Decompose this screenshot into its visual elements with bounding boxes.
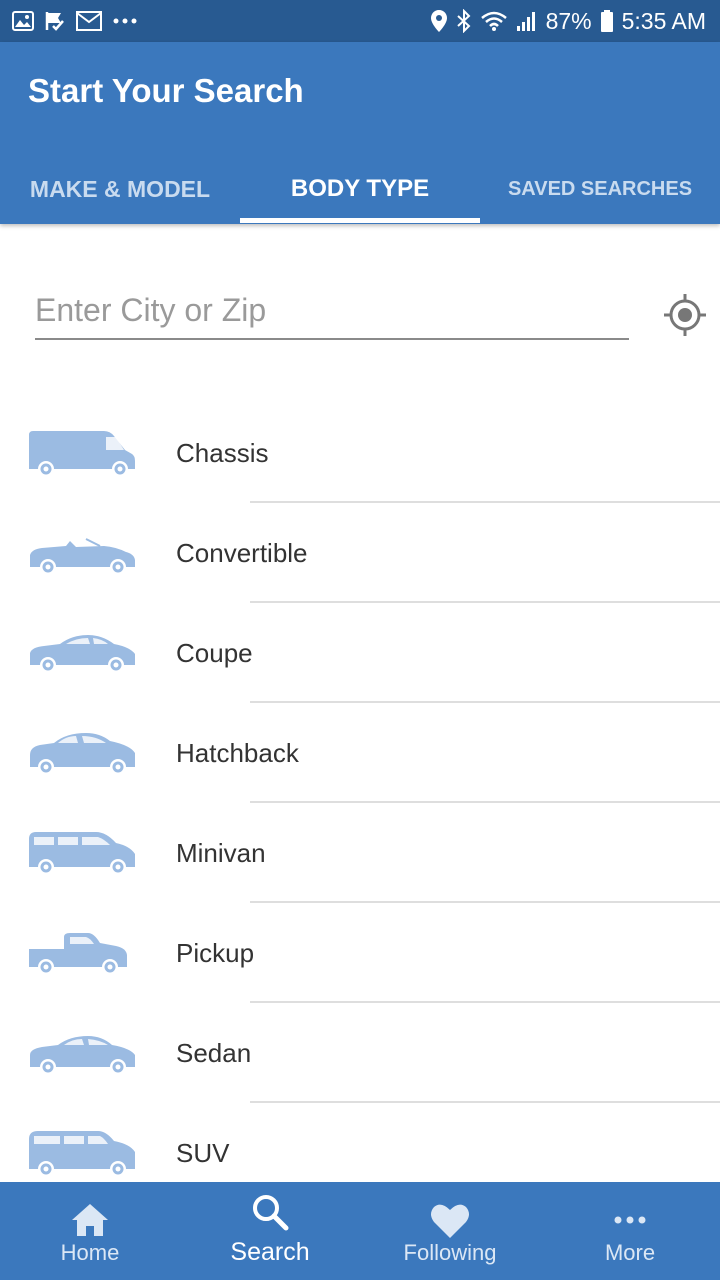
coupe-icon <box>30 635 135 673</box>
body-type-item-coupe[interactable]: Coupe <box>0 603 720 703</box>
home-icon <box>72 1204 108 1236</box>
van-icon <box>29 431 135 477</box>
bluetooth-icon <box>456 9 471 33</box>
body-type-item-pickup[interactable]: Pickup <box>0 903 720 1003</box>
target-location-icon[interactable] <box>662 292 708 338</box>
nav-label: More <box>604 1240 656 1265</box>
sedan-icon <box>30 1036 135 1075</box>
nav-more[interactable]: More <box>540 1182 720 1280</box>
battery-percent: 87% <box>545 7 592 34</box>
tab-label: SAVED SEARCHES <box>507 177 693 200</box>
gmail-icon <box>76 11 102 31</box>
bottom-nav: Home Search Following More <box>0 1182 720 1280</box>
body-type-item-minivan[interactable]: Minivan <box>0 803 720 903</box>
body-type-label: Minivan <box>176 838 266 868</box>
convertible-icon <box>30 538 135 575</box>
active-tab-indicator <box>240 218 480 223</box>
minivan-icon <box>29 832 135 875</box>
nav-label: Search <box>230 1238 310 1266</box>
body-type-label: Hatchback <box>176 738 299 768</box>
status-right-icons: 87% 5:35 AM <box>430 6 706 36</box>
nav-following[interactable]: Following <box>360 1182 540 1280</box>
nav-home[interactable]: Home <box>0 1182 180 1280</box>
app-header: Start Your Search MAKE & MODEL BODY TYPE… <box>0 42 720 224</box>
search-icon <box>253 1195 289 1231</box>
tab-make-model[interactable]: MAKE & MODEL <box>0 154 240 224</box>
heart-icon <box>431 1204 469 1238</box>
nav-search[interactable]: Search <box>180 1182 360 1280</box>
page-title: Start Your Search <box>28 72 304 109</box>
nav-label: Home <box>60 1240 120 1265</box>
battery-icon <box>600 10 613 32</box>
clock: 5:35 AM <box>621 7 706 34</box>
body-type-label: Pickup <box>176 938 255 968</box>
suv-icon <box>29 1131 135 1177</box>
pickup-icon <box>29 933 127 975</box>
tab-saved-searches[interactable]: SAVED SEARCHES <box>480 154 720 224</box>
more-icon <box>614 1216 646 1224</box>
body-type-label: Convertible <box>176 538 308 568</box>
status-left-icons <box>12 8 138 34</box>
tab-label: BODY TYPE <box>290 175 430 202</box>
check-flag-icon <box>45 12 64 31</box>
body-type-item-hatchback[interactable]: Hatchback <box>0 703 720 803</box>
wifi-icon <box>480 11 507 31</box>
body-type-label: Chassis <box>176 438 269 468</box>
image-icon <box>12 11 34 31</box>
city-zip-input[interactable] <box>35 282 629 340</box>
body-type-item-sedan[interactable]: Sedan <box>0 1003 720 1103</box>
hatchback-icon <box>30 733 135 775</box>
body-type-item-chassis[interactable]: Chassis <box>0 403 720 503</box>
body-type-label: Sedan <box>176 1038 252 1068</box>
signal-icon <box>516 12 535 31</box>
tab-body-type[interactable]: BODY TYPE <box>240 154 480 224</box>
body-type-item-convertible[interactable]: Convertible <box>0 503 720 603</box>
nav-label: Following <box>403 1240 497 1265</box>
tab-label: MAKE & MODEL <box>29 175 211 202</box>
location-pin-icon <box>430 10 447 32</box>
more-dots-icon <box>113 18 137 24</box>
body-type-label: Coupe <box>176 638 253 668</box>
status-bar: 87% 5:35 AM <box>0 0 720 42</box>
